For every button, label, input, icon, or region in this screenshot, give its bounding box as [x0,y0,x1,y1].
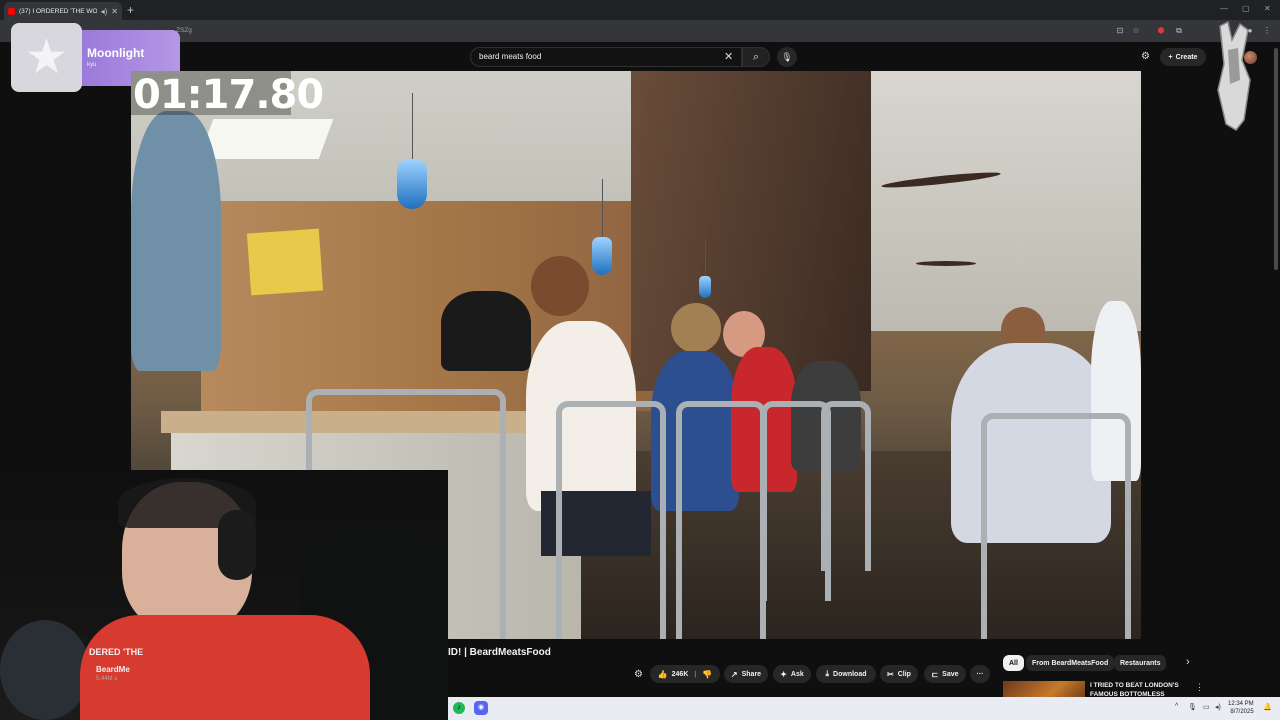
browser-tab-strip [0,0,1280,20]
chip-restaurants[interactable]: Restaurants [1114,655,1167,671]
scissors-icon: ✂ [887,669,894,679]
thumbs-up-icon: 👍 [657,669,668,679]
pendant-cord [602,179,603,239]
pendant-lamp [397,159,427,209]
more-actions-button[interactable]: ··· [970,665,990,683]
browser-tab[interactable]: (37) I ORDERED 'THE WOLF ◂) ✕ [4,2,122,20]
download-button[interactable]: ⤓ Download [816,665,876,683]
pendant-lamp [699,276,711,298]
extensions-puzzle-icon[interactable]: ⧉ [1174,26,1184,36]
taskbar-clock[interactable]: 12:34 PM 8/7/2025 [1228,700,1254,716]
chair [676,401,766,639]
coffee-sign [246,228,324,296]
ask-label: Ask [790,670,804,678]
bookmark-icon: ⊏ [931,669,939,679]
video-title-partial-left: DERED 'THE [89,647,144,657]
patron-head [531,256,589,316]
spotify-taskbar-icon[interactable]: ♪ [453,702,465,714]
create-label: Create [1175,53,1198,61]
plus-icon: + [1168,53,1173,61]
settings-gear-icon[interactable]: ⚙ [634,669,643,680]
headphone-earcup [218,510,256,580]
pendant-cord [705,239,706,279]
channel-name[interactable]: BeardMe [96,665,130,674]
clip-label: Clip [897,670,911,678]
chair [821,401,871,571]
share-label: Share [741,670,762,678]
like-button[interactable]: 👍 246K | 👎 [650,665,720,683]
search-button[interactable]: ⌕ [742,47,770,67]
download-icon: ⤓ [825,669,830,678]
back-ceiling [871,71,1141,331]
chevron-right-icon[interactable]: › [1186,656,1190,668]
decorative-sticker [1217,20,1251,131]
recommendation-more-icon[interactable]: ⋮ [1195,682,1204,693]
speedrun-timer: 01:17.80 [131,71,324,118]
browser-menu-icon[interactable]: ⋮ [1262,26,1272,36]
pendant-lamp [592,237,612,275]
chip-all[interactable]: All [1003,655,1024,671]
discord-taskbar-icon[interactable]: ◉ [474,701,488,715]
ublock-extension-icon[interactable]: ⬢ [1156,26,1166,36]
bookmark-star-icon[interactable]: ☆ [1131,26,1141,36]
network-tray-icon[interactable]: ▭ [1203,703,1210,711]
standing-man [131,111,221,371]
window-close-icon[interactable]: ✕ [1264,4,1271,13]
save-button[interactable]: ⊏ Save [924,665,966,683]
share-arrow-icon: ↗ [730,669,738,679]
clip-button[interactable]: ✂ Clip [880,665,918,683]
scrollbar-thumb[interactable] [1274,48,1278,270]
ask-button[interactable]: ✦ Ask [773,665,811,683]
settings-gear-icon[interactable]: ⚙ [1141,51,1150,62]
notification-subtitle: kyu [87,62,97,68]
like-count: 246K [671,670,689,678]
chair [981,413,1131,639]
tab-close-icon[interactable]: ✕ [111,7,118,16]
subscriber-count: 5.44M s [96,676,118,682]
minimize-icon[interactable]: — [1220,4,1228,13]
voice-search-button[interactable]: 🎙 [777,47,797,67]
chip-from-channel[interactable]: From BeardMeatsFood [1026,655,1115,671]
search-input[interactable]: beard meats food [479,52,541,61]
chair [556,401,666,639]
maximize-icon[interactable]: ▢ [1242,4,1250,13]
install-app-icon[interactable]: ⊡ [1115,26,1125,36]
taskbar [448,697,1280,720]
notification-title: Moonlight [87,46,145,60]
download-label: Download [833,670,867,678]
star-icon: ★ [24,30,69,84]
video-title: ID! | BeardMeatsFood [448,647,551,658]
microphone [0,620,90,720]
thumbs-down-icon[interactable]: 👎 [702,670,712,679]
clear-search-icon[interactable]: ✕ [724,50,733,63]
microphone-tray-icon[interactable]: 🎙 [1188,703,1197,711]
album-art: ★ [11,23,82,92]
volume-tray-icon[interactable]: ◂) [1215,703,1221,711]
create-button[interactable]: + Create [1160,48,1206,66]
patron-black-shirt [441,291,531,371]
youtube-favicon-icon [8,7,15,15]
url-text[interactable]: ZSZg [96,24,1096,38]
share-button[interactable]: ↗ Share [724,665,768,683]
patron-head [671,303,721,353]
webcam-overlay [0,470,448,720]
taskbar-time: 12:34 PM [1228,701,1254,707]
taskbar-date: 8/7/2025 [1230,709,1254,715]
ceiling-fan [916,261,976,266]
tray-chevron-icon[interactable]: ^ [1175,703,1178,710]
save-label: Save [942,670,959,678]
pendant-cord [412,93,413,163]
sparkle-icon: ✦ [780,669,787,679]
browser-tab-title: (37) I ORDERED 'THE WOLF [19,7,97,15]
notifications-icon[interactable]: 🔔 [1263,703,1272,711]
new-tab-button[interactable]: + [127,3,134,17]
ceiling-light [198,119,334,159]
speaker-icon[interactable]: ◂) [101,7,108,16]
